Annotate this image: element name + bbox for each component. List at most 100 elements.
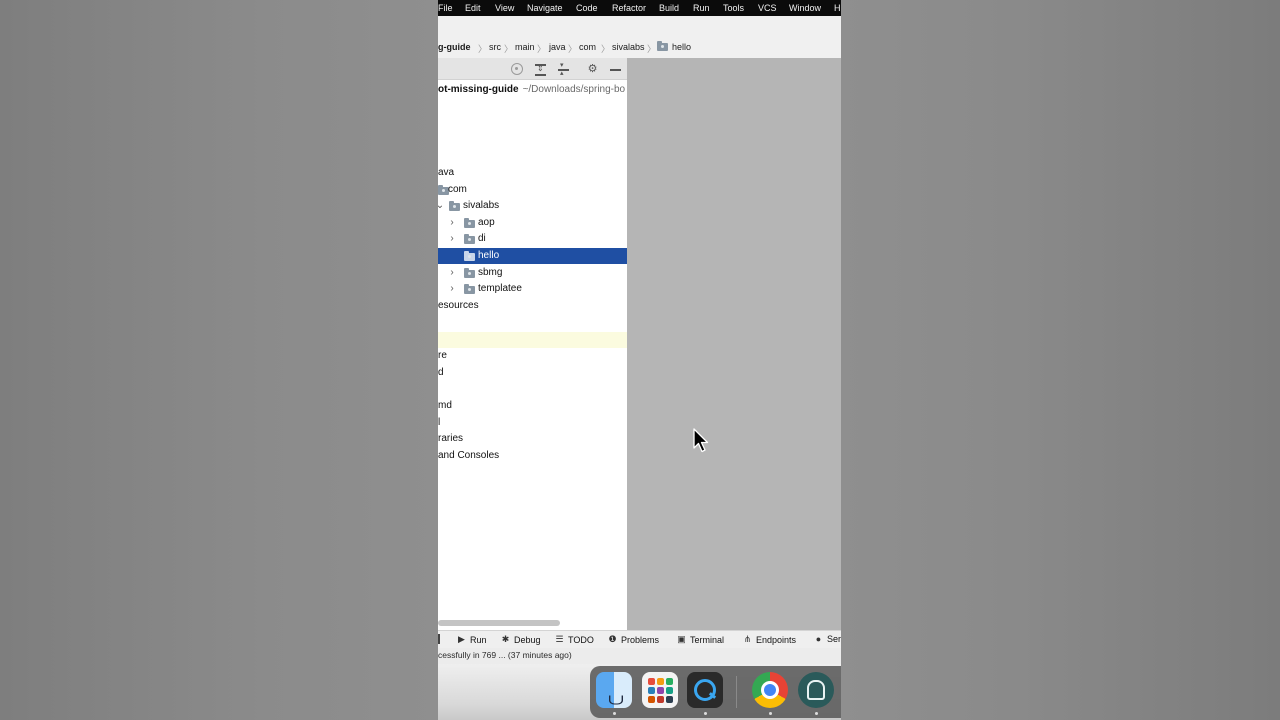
tool-window-label: Terminal bbox=[690, 634, 725, 645]
tree-row[interactable]: md bbox=[438, 398, 627, 414]
breadcrumb-separator: 〉 bbox=[601, 44, 611, 54]
running-indicator bbox=[613, 712, 616, 715]
chrome-icon[interactable] bbox=[752, 672, 788, 708]
project-root[interactable]: ot-missing-guide ~/Downloads/spring-bo bbox=[438, 84, 625, 95]
tree-row-com[interactable]: com bbox=[438, 182, 627, 198]
menu-help[interactable]: H bbox=[834, 3, 841, 13]
select-opened-file-icon[interactable] bbox=[511, 63, 523, 75]
minimize-icon[interactable] bbox=[609, 63, 622, 76]
tree-row-label: esources bbox=[438, 300, 479, 311]
status-message[interactable]: cessfully in 769 ... (37 minutes ago) bbox=[438, 650, 572, 660]
folder-icon bbox=[449, 201, 460, 211]
editor-area[interactable] bbox=[627, 58, 841, 630]
menu-vcs[interactable]: VCS bbox=[758, 3, 777, 13]
tree-row-sivalabs[interactable]: ⌄ sivalabs bbox=[438, 198, 627, 214]
tool-window-endpoints[interactable]: ⋔ Endpoints bbox=[742, 634, 796, 645]
launchpad-icon[interactable] bbox=[642, 672, 678, 708]
running-indicator bbox=[769, 712, 772, 715]
chevron-right-icon[interactable]: › bbox=[447, 281, 457, 297]
collapse-all-icon[interactable]: ▾ ▴ bbox=[557, 62, 570, 77]
menu-view[interactable]: View bbox=[495, 3, 514, 13]
tool-window-problems[interactable]: ❶ Problems bbox=[607, 634, 659, 645]
tree-row-sbmg[interactable]: › sbmg bbox=[438, 265, 627, 281]
menu-code[interactable]: Code bbox=[576, 3, 598, 13]
tree-row-highlighted[interactable] bbox=[438, 332, 627, 348]
dock-separator bbox=[736, 676, 737, 708]
bug-icon: ✱ bbox=[501, 634, 510, 644]
menu-file[interactable]: File bbox=[438, 3, 453, 13]
tree-row-aop[interactable]: › aop bbox=[438, 215, 627, 231]
breadcrumb-hello[interactable]: hello bbox=[672, 42, 691, 52]
menu-tools[interactable]: Tools bbox=[723, 3, 744, 13]
breadcrumb-separator: 〉 bbox=[537, 44, 547, 54]
menu-navigate[interactable]: Navigate bbox=[527, 3, 563, 13]
recorder-icon[interactable] bbox=[798, 672, 834, 708]
tree-row[interactable] bbox=[438, 149, 627, 165]
menu-run[interactable]: Run bbox=[693, 3, 710, 13]
menu-build[interactable]: Build bbox=[659, 3, 679, 13]
tree-row-scratches-and-consoles[interactable]: and Consoles bbox=[438, 448, 627, 464]
tool-window-run[interactable]: ▶ Run bbox=[456, 634, 487, 645]
chevron-right-icon[interactable]: › bbox=[447, 231, 457, 247]
status-bar: cessfully in 769 ... (37 minutes ago) bbox=[438, 648, 841, 664]
horizontal-scrollbar[interactable] bbox=[438, 620, 560, 626]
tree-row-label: re bbox=[438, 350, 447, 361]
title-bar bbox=[438, 16, 841, 38]
tree-row[interactable]: re bbox=[438, 348, 627, 364]
project-panel-header: ⇕ ▾ ▴ ⚙ bbox=[438, 58, 627, 80]
breadcrumb-java[interactable]: java bbox=[549, 42, 566, 52]
tool-window-label: Endpoints bbox=[756, 634, 797, 645]
ide-window: File Edit View Navigate Code Refactor Bu… bbox=[438, 0, 841, 720]
gear-icon[interactable]: ⚙ bbox=[586, 63, 599, 76]
breadcrumb-sivalabs[interactable]: sivalabs bbox=[612, 42, 645, 52]
terminal-icon: ▣ bbox=[677, 634, 686, 644]
running-indicator bbox=[815, 712, 818, 715]
tree-row[interactable]: l bbox=[438, 415, 627, 431]
project-root-path: ~/Downloads/spring-bo bbox=[522, 84, 626, 95]
chevron-down-icon[interactable]: ⌄ bbox=[438, 198, 445, 214]
breadcrumb-separator: 〉 bbox=[478, 44, 488, 54]
quicktime-icon[interactable] bbox=[687, 672, 723, 708]
tree-row-java[interactable]: ava bbox=[438, 165, 627, 181]
tool-window-bar: ▶ Run ✱ Debug ☰ TODO ❶ Problems ▣ Termin… bbox=[438, 630, 841, 648]
tree-row-label: aop bbox=[478, 217, 495, 228]
tool-window-label: Run bbox=[470, 634, 487, 645]
menu-edit[interactable]: Edit bbox=[465, 3, 481, 13]
dock bbox=[590, 666, 841, 718]
breadcrumb-separator: 〉 bbox=[504, 44, 514, 54]
menu-refactor[interactable]: Refactor bbox=[612, 3, 646, 13]
tree-row-label: and Consoles bbox=[438, 450, 500, 461]
breadcrumb-com[interactable]: com bbox=[579, 42, 596, 52]
folder-icon bbox=[464, 284, 475, 294]
chevron-right-icon[interactable]: › bbox=[447, 265, 457, 281]
finder-icon[interactable] bbox=[596, 672, 632, 708]
tool-window-terminal[interactable]: ▣ Terminal bbox=[676, 634, 724, 645]
tool-window-debug[interactable]: ✱ Debug bbox=[500, 634, 541, 645]
breadcrumb-project[interactable]: g-guide bbox=[438, 42, 471, 52]
tool-window-edge bbox=[438, 634, 440, 644]
tree-row[interactable]: d bbox=[438, 365, 627, 381]
breadcrumb-main[interactable]: main bbox=[515, 42, 535, 52]
tree-row-external-libraries[interactable]: raries bbox=[438, 431, 627, 447]
chevron-right-icon[interactable]: › bbox=[447, 215, 457, 231]
tree-row-templatee[interactable]: › templatee bbox=[438, 281, 627, 297]
menu-window[interactable]: Window bbox=[789, 3, 821, 13]
tree-row-hello[interactable]: hello bbox=[438, 248, 627, 264]
folder-icon bbox=[464, 218, 475, 228]
tree-row-label: l bbox=[438, 417, 441, 428]
info-icon: ❶ bbox=[608, 634, 617, 644]
tree-row-label: templatee bbox=[478, 283, 522, 294]
tree-row-resources[interactable]: esources bbox=[438, 298, 627, 314]
tree-row-label: md bbox=[438, 400, 452, 411]
running-indicator bbox=[704, 712, 707, 715]
breadcrumb-separator: 〉 bbox=[568, 44, 578, 54]
tool-window-todo[interactable]: ☰ TODO bbox=[554, 634, 593, 645]
expand-all-icon[interactable]: ⇕ bbox=[534, 63, 547, 76]
mouse-cursor-icon bbox=[693, 428, 709, 453]
breadcrumb-src[interactable]: src bbox=[489, 42, 501, 52]
tree-row-label: sivalabs bbox=[463, 200, 500, 211]
tool-window-services[interactable]: ● Ser bbox=[813, 634, 841, 644]
menu-bar: File Edit View Navigate Code Refactor Bu… bbox=[438, 0, 841, 16]
project-tool-window: ⇕ ▾ ▴ ⚙ ot-missing-guide ~/Downloads/spri… bbox=[438, 58, 627, 630]
tree-row-di[interactable]: › di bbox=[438, 231, 627, 247]
